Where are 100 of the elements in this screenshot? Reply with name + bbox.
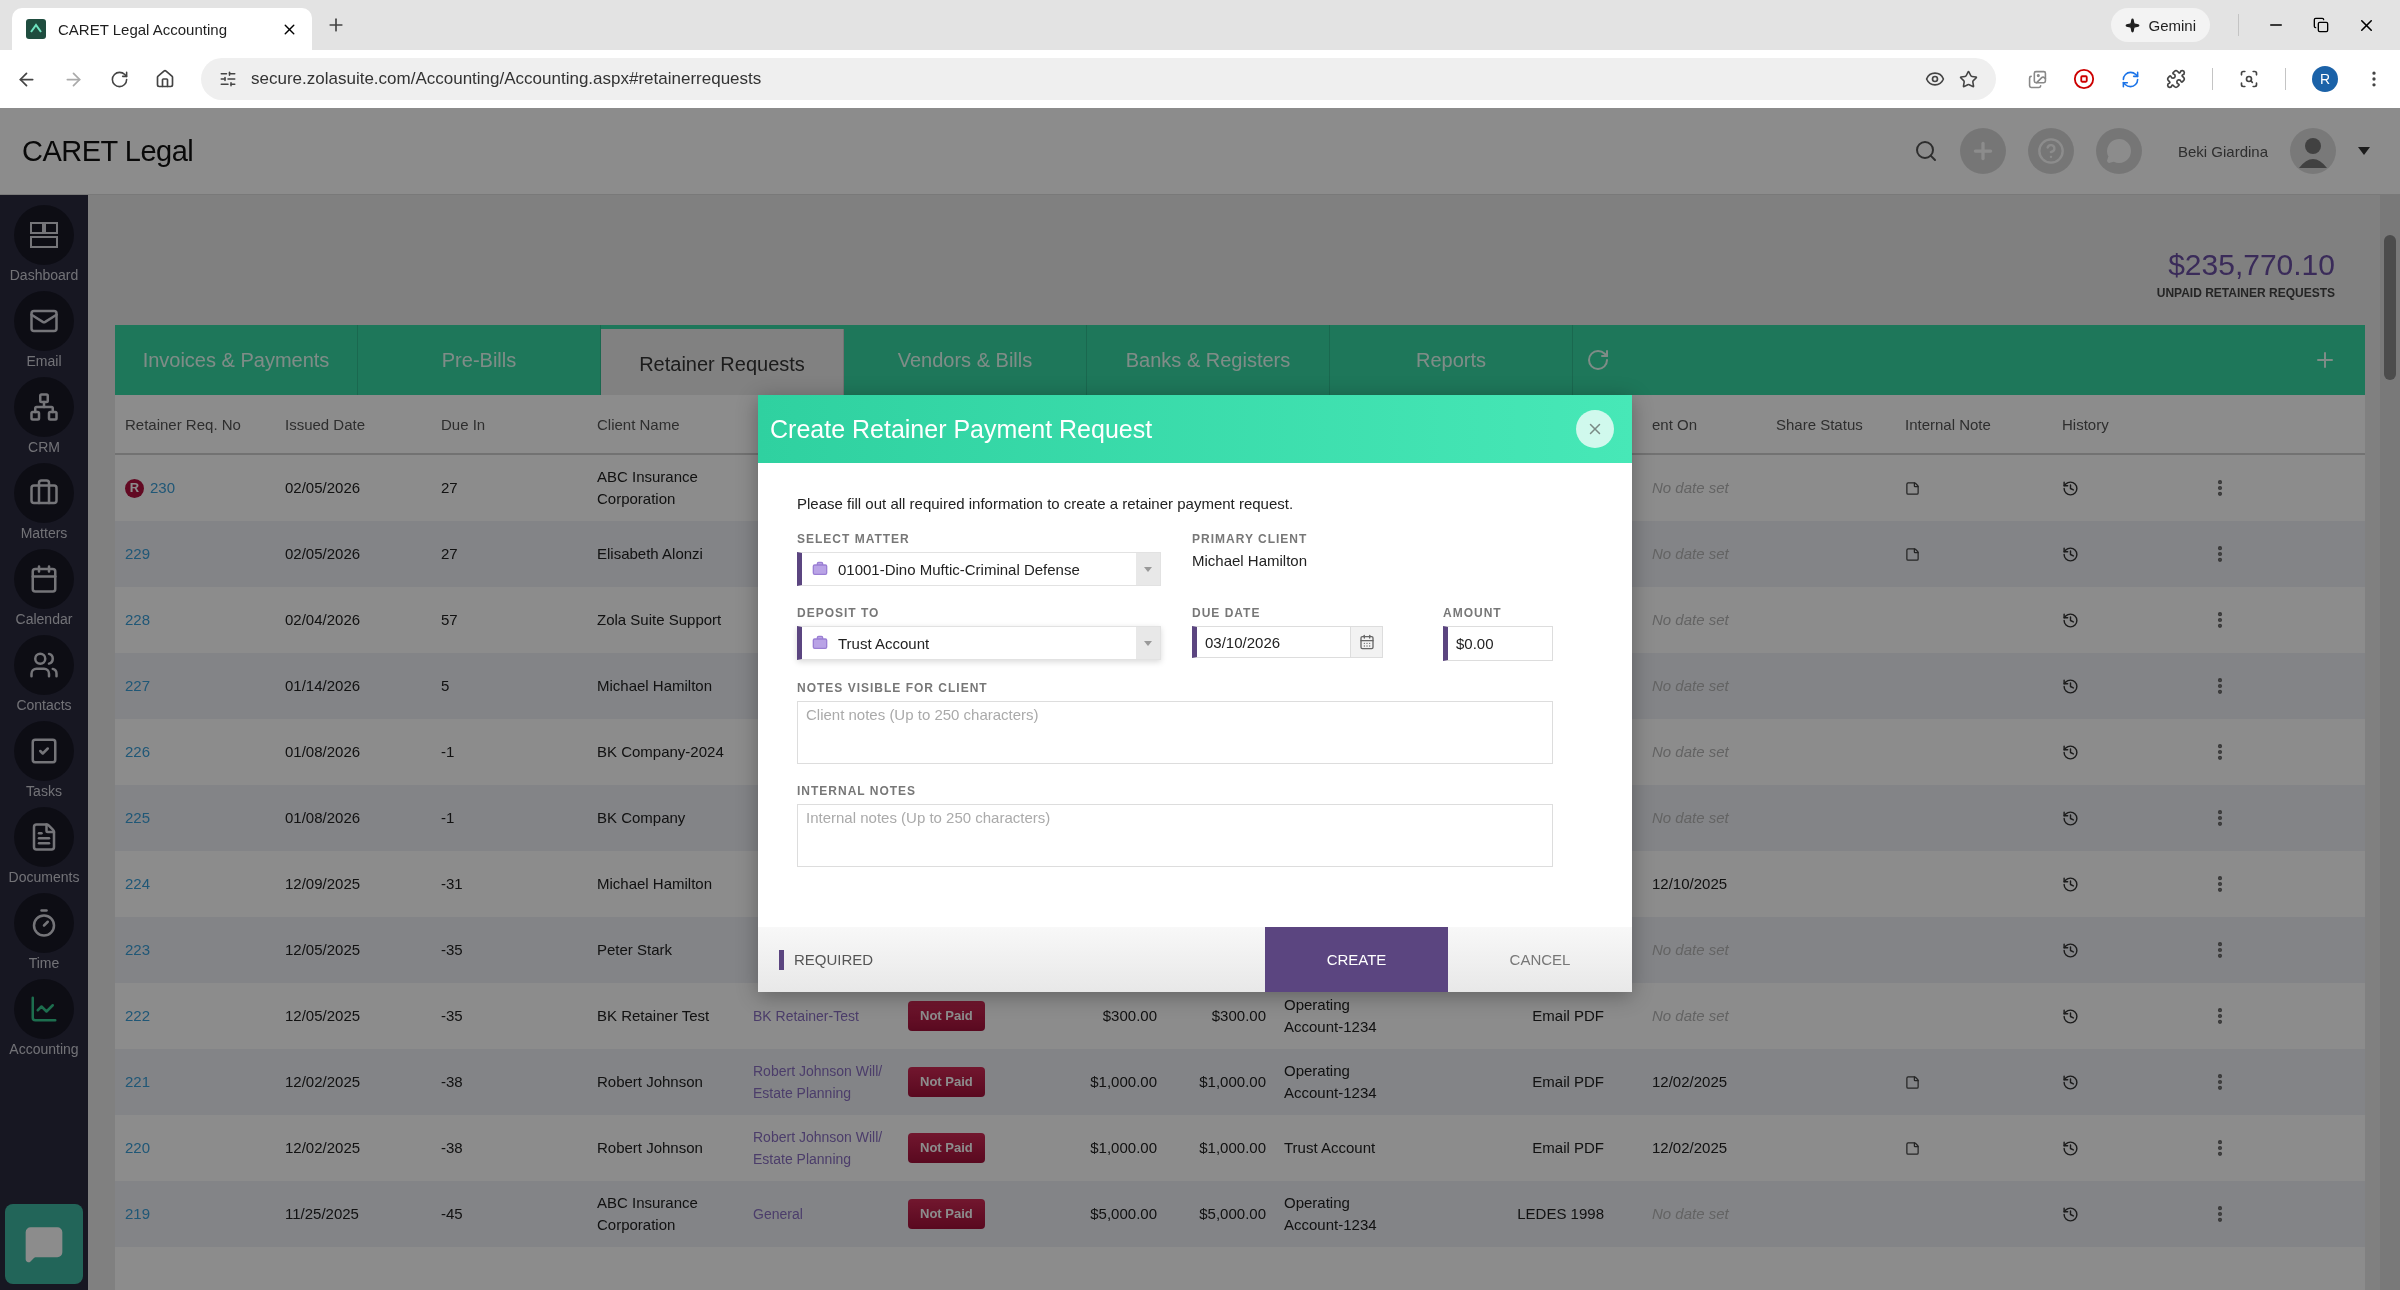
calendar-button[interactable] bbox=[1351, 626, 1383, 658]
matter-link[interactable]: General bbox=[753, 1203, 803, 1225]
profile-avatar[interactable]: R bbox=[2312, 66, 2338, 92]
issued-date: 01/08/2026 bbox=[285, 742, 361, 762]
sparkle-icon bbox=[2125, 17, 2141, 33]
extension-icon[interactable] bbox=[2121, 69, 2140, 89]
column-header[interactable]: Issued Date bbox=[275, 415, 431, 433]
deposit-account: Trust Account bbox=[1284, 1138, 1376, 1158]
internal-notes-field[interactable]: Internal notes (Up to 250 characters) bbox=[797, 804, 1553, 867]
primary-client-name: Michael Hamilton bbox=[1192, 552, 1309, 569]
site-settings-icon[interactable] bbox=[219, 70, 237, 88]
cancel-button[interactable]: CANCEL bbox=[1448, 927, 1632, 992]
stop-sign-icon[interactable] bbox=[2073, 68, 2095, 90]
create-button[interactable]: CREATE bbox=[1265, 927, 1448, 992]
due-in: -38 bbox=[441, 1072, 463, 1092]
amount-field[interactable]: $0.00 bbox=[1443, 626, 1553, 661]
avatar-icon[interactable] bbox=[2290, 128, 2336, 174]
amount: $1,000.00 bbox=[1090, 1072, 1157, 1092]
matter-link[interactable]: BK Retainer-Test bbox=[753, 1005, 859, 1027]
history-icon[interactable] bbox=[2062, 743, 2079, 761]
column-header[interactable]: Share Status bbox=[1766, 415, 1895, 433]
due-in: -35 bbox=[441, 1006, 463, 1026]
request-number-link[interactable]: 223 bbox=[125, 939, 151, 961]
url-text: secure.zolasuite.com/Accounting/Accounting.aspx#retainerrequests bbox=[251, 69, 763, 89]
network-icon bbox=[29, 392, 59, 422]
column-header[interactable]: History bbox=[2052, 415, 2200, 433]
request-number-link[interactable]: 229 bbox=[125, 543, 151, 565]
browser-tab[interactable]: CARET Legal Accounting bbox=[12, 8, 312, 50]
column-header[interactable]: ent On bbox=[1642, 415, 1766, 433]
request-number-link[interactable]: 219 bbox=[125, 1203, 151, 1225]
note-icon[interactable] bbox=[1905, 480, 1920, 496]
field-label: AMOUNT bbox=[1443, 606, 1503, 620]
client-name: Robert Johnson bbox=[597, 1138, 703, 1158]
restore-icon[interactable] bbox=[2313, 17, 2329, 33]
client-notes-field[interactable]: Client notes (Up to 250 characters) bbox=[797, 701, 1553, 764]
scrollbar[interactable] bbox=[2380, 195, 2400, 1290]
note-icon[interactable] bbox=[1905, 1140, 1920, 1156]
deposit-select[interactable]: Trust Account bbox=[797, 626, 1161, 660]
request-number-link[interactable]: 224 bbox=[125, 873, 151, 895]
extensions-icon[interactable] bbox=[2166, 69, 2186, 89]
unpaid-total-label: UNPAID RETAINER REQUESTS bbox=[2156, 286, 2335, 300]
column-header[interactable]: Due In bbox=[431, 415, 587, 433]
history-icon[interactable] bbox=[2062, 611, 2079, 629]
briefcase-icon bbox=[812, 561, 828, 577]
deposit-account: Operating Account-1234 bbox=[1284, 1193, 1378, 1235]
history-icon[interactable] bbox=[2062, 1205, 2079, 1223]
share-format: Email PDF bbox=[1532, 1072, 1604, 1092]
request-number-link[interactable]: 227 bbox=[125, 675, 151, 697]
client-name: BK Company bbox=[597, 808, 686, 828]
logo[interactable]: CARET Legal bbox=[22, 134, 194, 168]
user-name[interactable]: Beki Giardina bbox=[2177, 142, 2268, 160]
matter-select[interactable]: 01001-Dino Muftic-Criminal Defense bbox=[797, 552, 1161, 586]
field-label: INTERNAL NOTES bbox=[797, 784, 918, 798]
matter-link[interactable]: Robert Johnson Will/ Estate Planning bbox=[753, 1126, 898, 1170]
required-legend: REQUIRED bbox=[779, 949, 874, 970]
sent-on-date: 12/10/2025 bbox=[1652, 874, 1728, 894]
history-icon[interactable] bbox=[2062, 677, 2079, 695]
caret-down-icon[interactable] bbox=[2358, 147, 2370, 155]
instructions-text: Please fill out all required information to create a retainer payment request. bbox=[797, 495, 1295, 512]
history-icon[interactable] bbox=[2062, 1073, 2079, 1091]
extension-icon[interactable] bbox=[2028, 69, 2047, 89]
due-in: -35 bbox=[441, 940, 463, 960]
request-number-link[interactable]: 222 bbox=[125, 1005, 151, 1027]
client-name: Michael Hamilton bbox=[597, 874, 713, 894]
column-header[interactable]: Retainer Req. No bbox=[115, 415, 275, 433]
matter-link[interactable]: Robert Johnson Will/ Estate Planning bbox=[753, 1060, 898, 1104]
history-icon[interactable] bbox=[2062, 545, 2079, 563]
eye-icon[interactable] bbox=[1925, 69, 1945, 89]
people-icon bbox=[29, 650, 59, 680]
issued-date: 02/05/2026 bbox=[285, 478, 361, 498]
history-icon[interactable] bbox=[2062, 941, 2079, 959]
note-icon[interactable] bbox=[1905, 546, 1920, 562]
history-icon[interactable] bbox=[2062, 479, 2079, 497]
note-icon[interactable] bbox=[1905, 1074, 1920, 1090]
issued-date: 12/05/2025 bbox=[285, 1006, 361, 1026]
request-number-link[interactable]: 225 bbox=[125, 807, 151, 829]
amount: $1,000.00 bbox=[1199, 1138, 1266, 1158]
request-number-link[interactable]: 220 bbox=[125, 1137, 151, 1159]
gemini-button[interactable]: Gemini bbox=[2111, 8, 2210, 42]
address-bar[interactable]: secure.zolasuite.com/Accounting/Accounting.aspx#retainerrequests bbox=[201, 58, 1996, 100]
amount: $5,000.00 bbox=[1090, 1204, 1157, 1224]
request-number-link[interactable]: 230 bbox=[150, 477, 176, 499]
search-icon[interactable] bbox=[1913, 139, 1938, 163]
column-header[interactable]: Client Name bbox=[587, 415, 743, 433]
bookmark-star-icon[interactable] bbox=[1959, 69, 1978, 89]
request-number-link[interactable]: 228 bbox=[125, 609, 151, 631]
tab-search-icon[interactable] bbox=[2239, 69, 2259, 89]
request-number-link[interactable]: 221 bbox=[125, 1071, 151, 1093]
due-in: -38 bbox=[441, 1138, 463, 1158]
field-label: NOTES VISIBLE FOR CLIENT bbox=[797, 681, 989, 695]
history-icon[interactable] bbox=[2062, 1139, 2079, 1157]
column-header[interactable]: Internal Note bbox=[1895, 415, 2052, 433]
history-icon[interactable] bbox=[2062, 875, 2079, 893]
history-icon[interactable] bbox=[2062, 809, 2079, 827]
home-icon[interactable] bbox=[155, 69, 175, 89]
amount: $300.00 bbox=[1102, 1006, 1157, 1026]
issued-date: 02/04/2026 bbox=[285, 610, 361, 630]
request-number-link[interactable]: 226 bbox=[125, 741, 151, 763]
history-icon[interactable] bbox=[2062, 1007, 2079, 1025]
reload-icon[interactable] bbox=[110, 69, 129, 89]
